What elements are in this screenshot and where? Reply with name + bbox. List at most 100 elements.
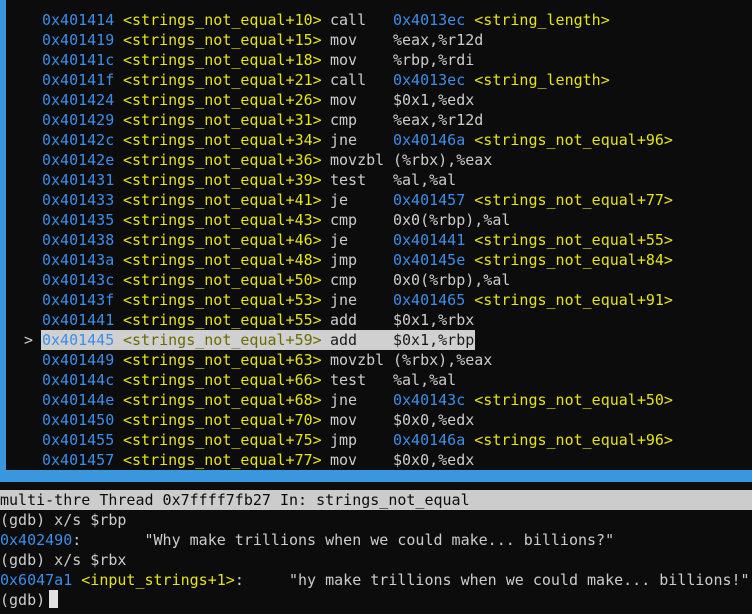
instruction-symbol: <strings_not_equal+53> bbox=[123, 291, 322, 309]
instruction-mnemonic: mov bbox=[330, 411, 358, 429]
instruction-operands: 0x40146a <strings_not_equal+96> bbox=[393, 130, 673, 150]
instruction-symbol: <strings_not_equal+10> bbox=[123, 11, 322, 29]
instruction-address: 0x401457 bbox=[42, 451, 115, 469]
pc-marker: > bbox=[24, 331, 34, 349]
instruction-symbol: <strings_not_equal+34> bbox=[123, 131, 322, 149]
asm-line[interactable]: 0x401457 <strings_not_equal+77> mov $0x0,%e… bbox=[0, 450, 752, 470]
console-line: 0x6047a1 <input_strings+1>: "hy make tri… bbox=[0, 570, 752, 590]
asm-line[interactable]: 0x401419 <strings_not_equal+15> mov %eax,%r… bbox=[0, 30, 752, 50]
instruction-mnemonic: cmp bbox=[330, 271, 358, 289]
instruction-symbol: <strings_not_equal+48> bbox=[123, 251, 322, 269]
instruction-address: 0x401429 bbox=[42, 111, 115, 129]
console-line: (gdb) x/s $rbp bbox=[0, 510, 752, 530]
operand-text: (%rbx),%eax bbox=[393, 151, 493, 169]
instruction-symbol: <strings_not_equal+46> bbox=[123, 231, 322, 249]
instruction-symbol: <strings_not_equal+39> bbox=[123, 171, 322, 189]
instruction-operands: 0x40145e <strings_not_equal+84> bbox=[393, 250, 673, 270]
asm-line[interactable]: 0x40141c <strings_not_equal+18> mov %rbp,%r… bbox=[0, 50, 752, 70]
operand-text: (%rbx),%eax bbox=[393, 351, 493, 369]
jump-target-address: 0x401441 bbox=[393, 231, 466, 249]
asm-line[interactable]: 0x40142c <strings_not_equal+34> jne 0x40146… bbox=[0, 130, 752, 150]
operand-text: 0x0(%rbp),%al bbox=[393, 271, 511, 289]
asm-line[interactable]: 0x401424 <strings_not_equal+26> mov $0x1,%e… bbox=[0, 90, 752, 110]
asm-line[interactable]: 0x401455 <strings_not_equal+75> jmp 0x40146… bbox=[0, 430, 752, 450]
instruction-mnemonic: mov bbox=[330, 451, 358, 469]
operand-text: $0x1,%edx bbox=[393, 91, 475, 109]
instruction-operands: $0x1,%edx bbox=[393, 90, 474, 110]
asm-line[interactable]: 0x401449 <strings_not_equal+63> movzbl (%rb… bbox=[0, 350, 752, 370]
memory-address: 0x6047a1 bbox=[0, 571, 73, 589]
instruction-mnemonic: call bbox=[330, 11, 367, 29]
gdb-prompt-line[interactable]: (gdb) bbox=[0, 590, 752, 610]
asm-line[interactable]: 0x40144e <strings_not_equal+68> jne 0x40143… bbox=[0, 390, 752, 410]
asm-line[interactable]: 0x401433 <strings_not_equal+41> je 0x401457… bbox=[0, 190, 752, 210]
instruction-address: 0x401424 bbox=[42, 91, 115, 109]
operand-text: %eax,%r12d bbox=[393, 31, 484, 49]
asm-line[interactable]: 0x401450 <strings_not_equal+70> mov $0x0,%e… bbox=[0, 410, 752, 430]
asm-line[interactable]: 0x40143f <strings_not_equal+53> jne 0x40146… bbox=[0, 290, 752, 310]
asm-line[interactable]: 0x40142e <strings_not_equal+36> movzbl (%rb… bbox=[0, 150, 752, 170]
instruction-address: 0x401438 bbox=[42, 231, 115, 249]
instruction-address: 0x401445 bbox=[42, 331, 115, 349]
instruction-address: 0x40143f bbox=[42, 291, 115, 309]
instruction-operands: 0x0(%rbp),%al bbox=[393, 270, 510, 290]
instruction-symbol: <strings_not_equal+50> bbox=[123, 271, 322, 289]
asm-line[interactable]: 0x401414 <strings_not_equal+10> call 0x4013… bbox=[0, 10, 752, 30]
instruction-symbol: <strings_not_equal+21> bbox=[123, 71, 322, 89]
jump-target-symbol: <strings_not_equal+91> bbox=[474, 291, 673, 309]
instruction-address: 0x40141f bbox=[42, 71, 115, 89]
jump-target-symbol: <strings_not_equal+84> bbox=[474, 251, 673, 269]
instruction-operands: 0x4013ec <string_length> bbox=[393, 10, 610, 30]
jump-target-address: 0x401465 bbox=[393, 291, 466, 309]
console-command: (gdb) x/s $rbp bbox=[0, 511, 127, 529]
jump-target-symbol: <strings_not_equal+50> bbox=[474, 391, 673, 409]
instruction-operands: 0x401465 <strings_not_equal+91> bbox=[393, 290, 673, 310]
asm-line[interactable]: 0x401429 <strings_not_equal+31> cmp %eax,%r… bbox=[0, 110, 752, 130]
instruction-symbol: <strings_not_equal+31> bbox=[123, 111, 322, 129]
instruction-operands: $0x1,%rbp bbox=[393, 330, 474, 350]
memory-address: 0x402490 bbox=[0, 531, 73, 549]
instruction-address: 0x401419 bbox=[42, 31, 115, 49]
asm-line[interactable]: 0x401438 <strings_not_equal+46> je 0x401441… bbox=[0, 230, 752, 250]
instruction-mnemonic: movzbl bbox=[330, 151, 385, 169]
instruction-symbol: <strings_not_equal+15> bbox=[123, 31, 322, 49]
asm-line-current[interactable]: >0x401445 <strings_not_equal+59> add $0x1,%… bbox=[0, 330, 752, 350]
string-value: : "Why make trillions when we could make… bbox=[72, 531, 615, 549]
asm-line[interactable]: 0x40143c <strings_not_equal+50> cmp 0x0(%rb… bbox=[0, 270, 752, 290]
gdb-prompt: (gdb) bbox=[0, 591, 46, 609]
instruction-operands: %al,%al bbox=[393, 370, 456, 390]
instruction-mnemonic: jne bbox=[330, 291, 358, 309]
status-bar: multi-thre Thread 0x7ffff7fb27 In: strin… bbox=[0, 490, 752, 510]
instruction-operands: (%rbx),%eax bbox=[393, 350, 492, 370]
instruction-address: 0x401414 bbox=[42, 11, 115, 29]
asm-window-border-bottom bbox=[0, 468, 752, 482]
asm-line[interactable]: 0x40144c <strings_not_equal+66> test %al,%a… bbox=[0, 370, 752, 390]
instruction-address: 0x40142e bbox=[42, 151, 115, 169]
instruction-mnemonic: je bbox=[330, 231, 349, 249]
jump-target-symbol: <string_length> bbox=[474, 71, 610, 89]
instruction-mnemonic: mov bbox=[330, 91, 358, 109]
jump-target-address: 0x401457 bbox=[393, 191, 466, 209]
instruction-operands: $0x0,%edx bbox=[393, 450, 474, 470]
jump-target-symbol: <strings_not_equal+55> bbox=[474, 231, 673, 249]
instruction-mnemonic: mov bbox=[330, 31, 358, 49]
instruction-symbol: <strings_not_equal+26> bbox=[123, 91, 322, 109]
asm-line[interactable]: 0x401435 <strings_not_equal+43> cmp 0x0(%rb… bbox=[0, 210, 752, 230]
instruction-operands: 0x4013ec <string_length> bbox=[393, 70, 610, 90]
instruction-operands: $0x1,%rbx bbox=[393, 310, 474, 330]
gdb-console[interactable]: (gdb) x/s $rbp 0x402490: "Why make trilli… bbox=[0, 510, 752, 610]
asm-line[interactable]: 0x401441 <strings_not_equal+55> add $0x1,%r… bbox=[0, 310, 752, 330]
instruction-symbol: <strings_not_equal+43> bbox=[123, 211, 322, 229]
instruction-mnemonic: jne bbox=[330, 131, 358, 149]
instruction-mnemonic: add bbox=[330, 311, 358, 329]
console-line: (gdb) x/s $rbx bbox=[0, 550, 752, 570]
operand-text: $0x0,%edx bbox=[393, 411, 475, 429]
disassembly-window[interactable]: 0x401414 <strings_not_equal+10> call 0x4013… bbox=[0, 0, 752, 487]
asm-line[interactable]: 0x401431 <strings_not_equal+39> test %al,%a… bbox=[0, 170, 752, 190]
instruction-symbol: <strings_not_equal+18> bbox=[123, 51, 322, 69]
jump-target-address: 0x40146a bbox=[393, 431, 466, 449]
asm-line[interactable]: 0x40143a <strings_not_equal+48> jmp 0x40145… bbox=[0, 250, 752, 270]
asm-line[interactable]: 0x40141f <strings_not_equal+21> call 0x4013… bbox=[0, 70, 752, 90]
instruction-operands: 0x401457 <strings_not_equal+77> bbox=[393, 190, 673, 210]
instruction-operands: 0x40143c <strings_not_equal+50> bbox=[393, 390, 673, 410]
